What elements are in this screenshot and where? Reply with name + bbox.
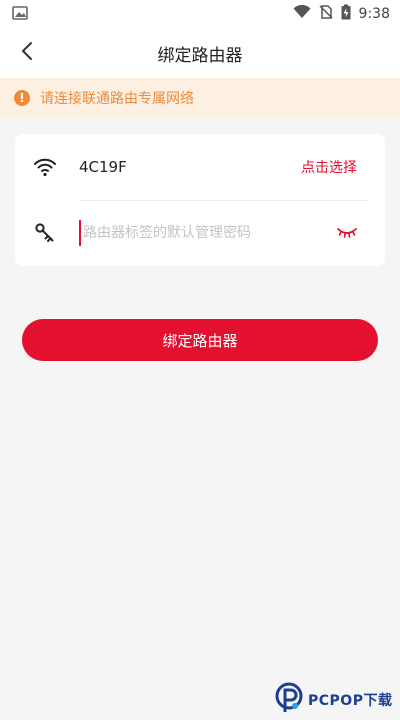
watermark: PCPOP下载 [274,682,392,718]
chevron-left-icon [21,41,33,65]
eye-closed-icon[interactable] [335,223,359,243]
wifi-row[interactable]: 4C19F 点击选择 [15,134,385,200]
watermark-logo-icon [274,682,304,718]
notice-banner: ! 请连接联通路由专属网络 [0,78,400,118]
status-left [12,5,28,24]
header: 绑定路由器 [0,28,400,78]
image-icon [12,5,28,24]
battery-charging-icon [341,4,351,24]
status-time: 9:38 [358,6,390,22]
wifi-icon [31,153,59,181]
bind-router-button[interactable]: 绑定路由器 [22,319,378,361]
router-form-card: 4C19F 点击选择 [15,134,385,266]
notice-text: 请连接联通路由专属网络 [40,91,194,107]
watermark-text: PCPOP下载 [308,693,393,709]
back-button[interactable] [10,36,44,70]
wifi-ssid: 4C19F [79,158,127,176]
wifi-icon [293,4,311,23]
page-title: 绑定路由器 [157,45,243,66]
password-input[interactable] [79,220,319,246]
alert-icon: ! [14,90,30,106]
password-row [15,200,385,266]
status-right: 9:38 [293,4,390,24]
key-icon [31,219,59,247]
no-sim-icon [319,5,333,23]
select-network-link[interactable]: 点击选择 [301,157,357,177]
status-bar: 9:38 [0,0,400,28]
